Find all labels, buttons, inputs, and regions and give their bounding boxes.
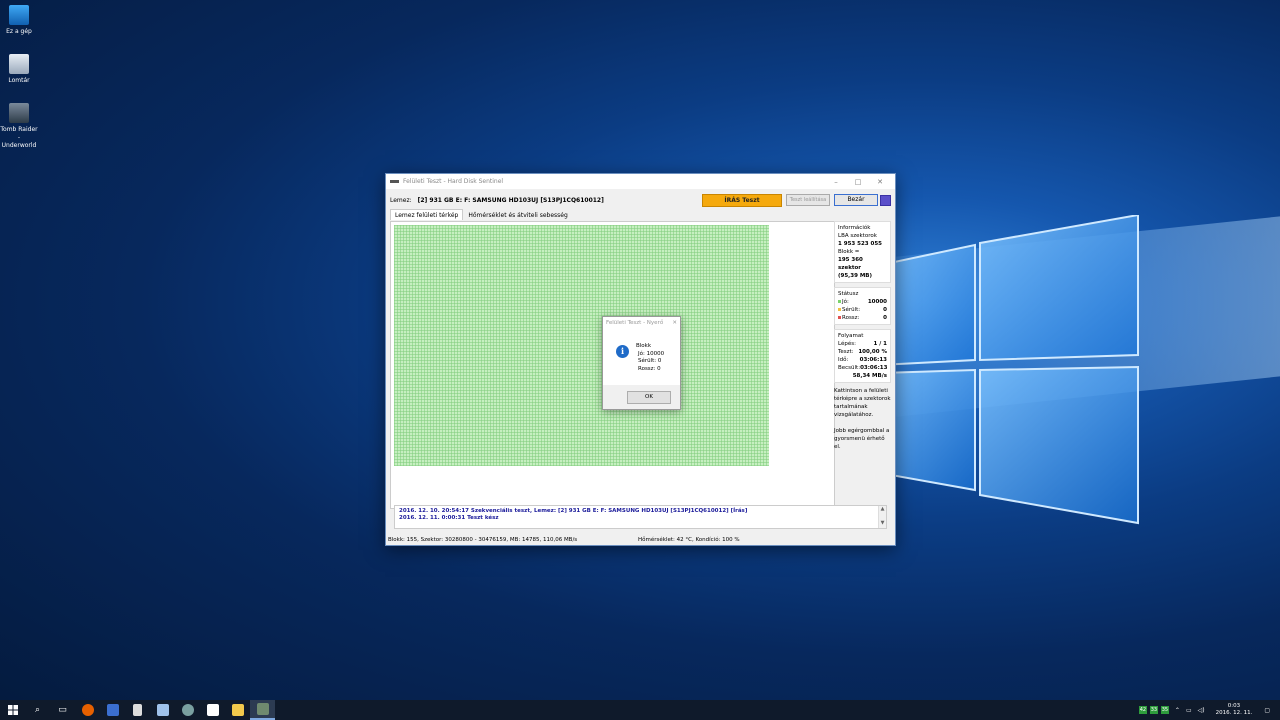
block-label: Blokk = bbox=[838, 249, 860, 255]
side-panel: Információk LBA szektorok 1 953 523 055 … bbox=[834, 221, 891, 507]
time-value: 03:06:13 bbox=[859, 357, 887, 363]
block-value: 195 360 szektor bbox=[838, 257, 863, 271]
export-icon[interactable] bbox=[880, 194, 891, 206]
hint-text-1: Kattintson a felületi térképre a szektor… bbox=[834, 388, 891, 418]
status-heading: Státusz bbox=[838, 291, 859, 297]
step-value: 1 / 1 bbox=[873, 341, 888, 347]
status-damaged-row: Sérült: 0 bbox=[838, 306, 887, 314]
dialog-footer: OK bbox=[603, 385, 680, 409]
window-titlebar[interactable]: Felületi Teszt - Hard Disk Sentinel – □ … bbox=[386, 174, 895, 189]
taskbar: ⌕ ▭ 42 33 35 ⌃ ▭ ◁) 0:03 2016. 12. 11. ▢ bbox=[0, 700, 1280, 720]
notification-icon[interactable]: ▢ bbox=[1264, 707, 1270, 714]
tray-temp-badge[interactable]: 33 bbox=[1149, 706, 1158, 714]
taskbar-app-file[interactable] bbox=[150, 700, 175, 720]
progress-heading: Folyamat bbox=[838, 333, 864, 339]
stop-test-button[interactable]: Teszt leállítása bbox=[786, 194, 830, 206]
status-box: Státusz Jó: 10000 Sérült: 0 Rossz: 0 bbox=[834, 287, 891, 325]
recycle-bin-icon bbox=[9, 54, 29, 74]
tray-temp-badge[interactable]: 42 bbox=[1138, 706, 1147, 714]
disk-selector[interactable]: [2] 931 GB E: F: SAMSUNG HD103UJ [S13PJ1… bbox=[418, 197, 702, 204]
result-dialog: Felületi Teszt - Nyerő ✕ i Blokk Jó: 100… bbox=[602, 316, 681, 410]
bad-dot-icon bbox=[838, 316, 841, 319]
computer-icon bbox=[9, 5, 29, 25]
status-good-row: Jó: 10000 bbox=[838, 298, 887, 306]
status-bad-row: Rossz: 0 bbox=[838, 314, 887, 322]
good-dot-icon bbox=[838, 300, 841, 303]
windows-logo-wallpaper bbox=[880, 215, 1139, 525]
status-bar: Blokk: 155, Szektor: 30280800 - 30476159… bbox=[386, 535, 895, 545]
desktop-icon-this-pc[interactable]: Ez a gép bbox=[0, 5, 38, 36]
info-heading: Információk bbox=[838, 225, 871, 231]
firefox-icon bbox=[81, 704, 94, 716]
tab-bar: Lemez felületi térkép Hőmérséklet és átv… bbox=[386, 209, 895, 220]
speed-value: 58,34 MB/s bbox=[852, 373, 887, 379]
info-box: Információk LBA szektorok 1 953 523 055 … bbox=[834, 221, 891, 283]
taskbar-app-calculator[interactable] bbox=[125, 700, 150, 720]
status-block-info: Blokk: 155, Szektor: 30280800 - 30476159… bbox=[388, 537, 578, 543]
desktop-icon-tomb-raider[interactable]: Tomb Raider - Underworld bbox=[0, 103, 38, 150]
floppy-icon bbox=[106, 704, 119, 716]
folder-icon bbox=[231, 704, 244, 716]
info-icon: i bbox=[616, 345, 629, 358]
hint-text-2: Jobb egérgombbal a gyorsmenü érhető el. bbox=[834, 428, 890, 450]
log-box[interactable]: 2016. 12. 10. 20:54:17 Szekvenciális tes… bbox=[394, 505, 887, 529]
write-test-button[interactable]: ÍRÁS Teszt bbox=[702, 193, 782, 207]
tray-temp-badge[interactable]: 35 bbox=[1160, 706, 1169, 714]
store-icon bbox=[206, 704, 219, 716]
log-scrollbar[interactable]: ▲ ▼ bbox=[878, 506, 886, 528]
window-title: Felületi Teszt - Hard Disk Sentinel bbox=[403, 178, 504, 185]
minimize-icon[interactable]: – bbox=[825, 178, 847, 186]
desktop-icon-recycle-bin[interactable]: Lomtár bbox=[0, 54, 38, 85]
progress-box: Folyamat Lépés: 1 / 1 Teszt: 100,00 % Idő:… bbox=[834, 329, 891, 383]
calculator-icon bbox=[133, 704, 142, 716]
log-line: 2016. 12. 11. 0:00:31 Teszt kész bbox=[399, 515, 499, 521]
log-line: 2016. 12. 10. 20:54:17 Szekvenciális tes… bbox=[399, 508, 748, 514]
system-tray: 42 33 35 ⌃ ▭ ◁) 0:03 2016. 12. 11. ▢ bbox=[1138, 700, 1280, 720]
task-view-icon[interactable]: ▭ bbox=[50, 700, 75, 720]
taskbar-app-explorer[interactable] bbox=[225, 700, 250, 720]
disk-surface-map[interactable] bbox=[394, 225, 769, 466]
network-icon[interactable]: ▭ bbox=[1186, 707, 1192, 714]
dialog-title: Felületi Teszt - Nyerő bbox=[606, 320, 664, 326]
taskbar-app-hdsentinel[interactable] bbox=[250, 700, 275, 720]
windows-icon bbox=[7, 705, 18, 715]
test-value: 100,00 % bbox=[858, 349, 887, 355]
close-icon[interactable]: ✕ bbox=[869, 178, 891, 186]
clock[interactable]: 0:03 2016. 12. 11. bbox=[1216, 703, 1253, 717]
dialog-titlebar[interactable]: Felületi Teszt - Nyerő ✕ bbox=[603, 317, 680, 329]
app-icon bbox=[390, 180, 399, 183]
tool-icon bbox=[181, 704, 194, 716]
taskbar-app-firefox[interactable] bbox=[75, 700, 100, 720]
damaged-dot-icon bbox=[838, 308, 841, 311]
volume-icon[interactable]: ◁) bbox=[1198, 707, 1205, 714]
hdsentinel-icon bbox=[256, 703, 269, 715]
lba-value: 1 953 523 055 bbox=[838, 241, 883, 247]
dialog-message: Blokk Jó: 10000 Sérült: 0 Rossz: 0 bbox=[636, 343, 665, 372]
document-icon bbox=[156, 704, 169, 716]
maximize-icon[interactable]: □ bbox=[847, 178, 869, 186]
game-shortcut-icon bbox=[9, 103, 29, 123]
toolbar: Lemez: [2] 931 GB E: F: SAMSUNG HD103UJ … bbox=[386, 191, 895, 209]
ok-button[interactable]: OK bbox=[627, 391, 671, 404]
chevron-up-icon[interactable]: ⌃ bbox=[1175, 707, 1180, 714]
taskbar-app-save[interactable] bbox=[100, 700, 125, 720]
disk-label: Lemez: bbox=[390, 196, 412, 204]
search-icon[interactable]: ⌕ bbox=[25, 700, 50, 720]
block-mb: (95,39 MB) bbox=[838, 273, 873, 279]
taskbar-app-tool[interactable] bbox=[175, 700, 200, 720]
lba-label: LBA szektorok bbox=[838, 233, 877, 239]
status-temperature: Hőmérséklet: 42 °C, Kondíció: 100 % bbox=[638, 537, 740, 543]
start-button[interactable] bbox=[0, 700, 25, 720]
estimate-value: 03:06:13 bbox=[860, 365, 888, 371]
dialog-close-icon[interactable]: ✕ bbox=[672, 317, 677, 329]
tab-temperature-speed[interactable]: Hőmérséklet és átviteli sebesség bbox=[463, 209, 572, 220]
taskbar-app-store[interactable] bbox=[200, 700, 225, 720]
tab-surface-map[interactable]: Lemez felületi térkép bbox=[390, 209, 464, 220]
close-button[interactable]: Bezár bbox=[834, 194, 878, 206]
